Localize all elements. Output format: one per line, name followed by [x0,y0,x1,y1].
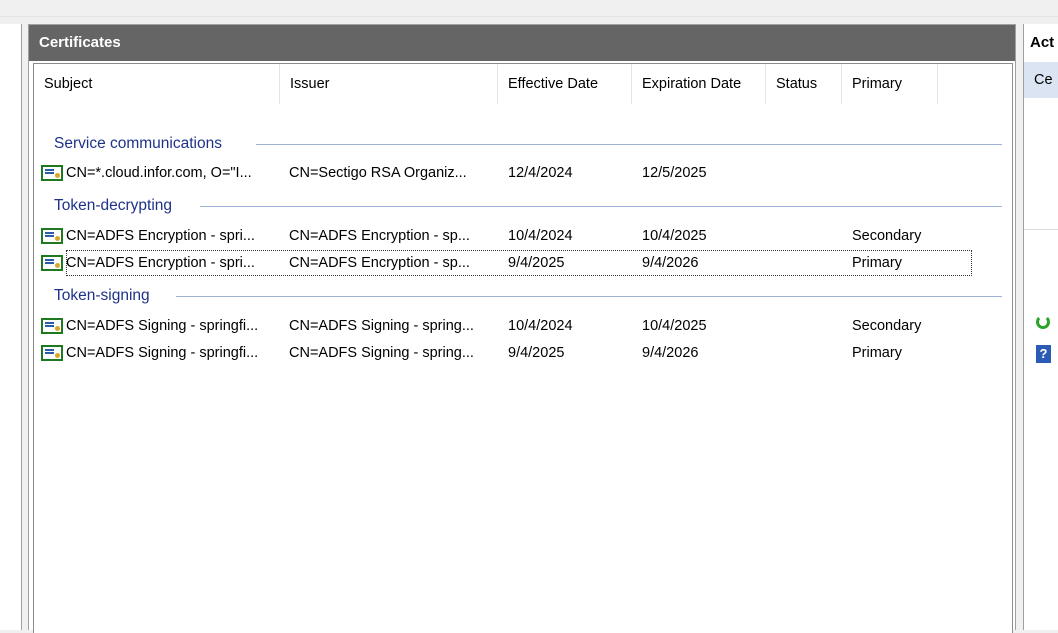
cell-effective-date: 9/4/2025 [508,345,565,361]
certificates-pane: Certificates Subject Issuer Effective Da… [28,24,1016,633]
actions-pane: Act Ce ? [1023,24,1058,630]
table-row[interactable]: CN=*.cloud.infor.com, O="I... CN=Sectigo… [34,160,1012,186]
column-header-subject[interactable]: Subject [34,64,280,104]
cell-status [776,160,840,186]
cell-primary: Secondary [852,318,922,334]
group-divider [200,206,1002,207]
cell-status [776,340,840,366]
console-tree-pane[interactable] [0,24,22,630]
certificate-icon [41,318,63,334]
cell-subject: CN=ADFS Signing - springfi... [66,345,259,361]
table-row[interactable]: CN=ADFS Signing - springfi... CN=ADFS Si… [34,313,1012,339]
cell-expiration-date: 10/4/2025 [642,228,707,244]
actions-title: Act [1030,34,1055,51]
cell-status [776,313,840,339]
cell-subject: CN=ADFS Signing - springfi... [66,318,259,334]
cell-issuer: CN=ADFS Signing - spring... [289,345,474,361]
cell-primary: Secondary [852,228,922,244]
toolbar-strip [0,0,1058,17]
column-header-issuer[interactable]: Issuer [280,64,498,104]
table-row[interactable]: CN=ADFS Signing - springfi... CN=ADFS Si… [34,340,1012,366]
column-header-status[interactable]: Status [766,64,842,104]
cell-status [776,223,840,249]
pane-title: Certificates [29,25,1015,61]
cell-primary: Primary [852,255,902,271]
column-headers: Subject Issuer Effective Date Expiration… [34,64,1012,108]
cell-status [776,250,840,276]
table-row[interactable]: CN=ADFS Encryption - spri... CN=ADFS Enc… [34,223,1012,249]
cell-issuer: CN=ADFS Signing - spring... [289,318,474,334]
group-header-token-decrypting[interactable]: Token-decrypting [54,194,172,218]
cell-primary [852,160,942,186]
cell-expiration-date: 9/4/2026 [642,345,699,361]
refresh-icon[interactable] [1036,315,1050,329]
cell-effective-date: 10/4/2024 [508,228,573,244]
column-header-primary[interactable]: Primary [842,64,938,104]
certificates-list[interactable]: Subject Issuer Effective Date Expiration… [33,63,1013,633]
cell-issuer: CN=Sectigo RSA Organiz... [289,165,467,181]
group-header-token-signing[interactable]: Token-signing [54,284,150,308]
cell-effective-date: 9/4/2025 [508,255,565,271]
cell-subject: CN=*.cloud.infor.com, O="I... [66,165,252,181]
certificate-icon [41,345,63,361]
group-divider [256,144,1002,145]
column-header-expiration-date[interactable]: Expiration Date [632,64,766,104]
cell-effective-date: 10/4/2024 [508,318,573,334]
actions-section-certificates[interactable]: Ce [1024,62,1058,98]
cell-expiration-date: 10/4/2025 [642,318,707,334]
group-header-service-communications[interactable]: Service communications [54,132,222,156]
cell-subject: CN=ADFS Encryption - spri... [66,228,255,244]
table-row-selected[interactable]: CN=ADFS Encryption - spri... CN=ADFS Enc… [66,250,972,276]
certificate-icon [41,228,63,244]
cell-primary: Primary [852,345,902,361]
certificate-icon [41,255,63,271]
group-divider [176,296,1002,297]
certificate-icon [41,165,63,181]
cell-expiration-date: 12/5/2025 [642,165,707,181]
cell-effective-date: 12/4/2024 [508,165,573,181]
help-icon[interactable]: ? [1036,345,1051,363]
cell-expiration-date: 9/4/2026 [642,255,699,271]
cell-subject: CN=ADFS Encryption - spri... [66,255,255,271]
cell-issuer: CN=ADFS Encryption - sp... [289,255,470,271]
column-header-effective-date[interactable]: Effective Date [498,64,632,104]
actions-divider [1024,229,1058,230]
cell-issuer: CN=ADFS Encryption - sp... [289,228,470,244]
